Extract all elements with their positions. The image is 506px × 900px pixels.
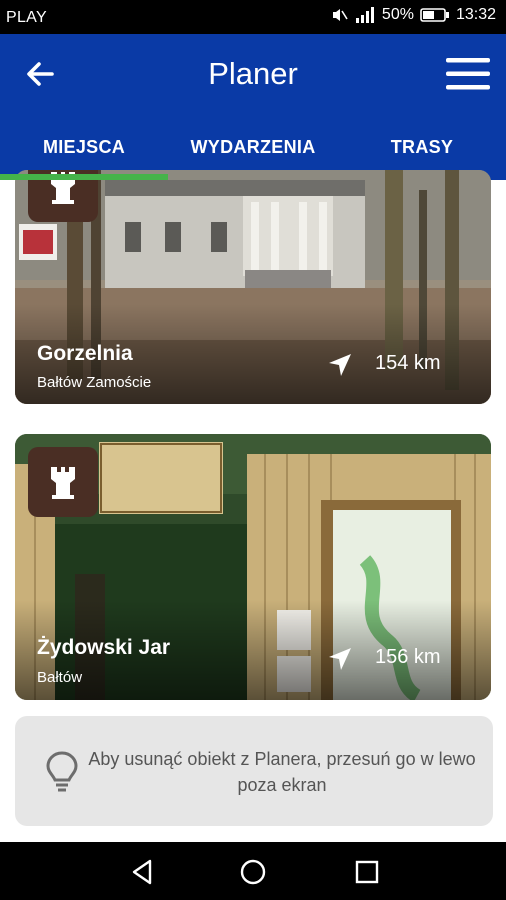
carrier-name: PLAY	[6, 9, 47, 26]
clock: 13:32	[455, 6, 496, 23]
app-bar: Planer	[0, 34, 506, 114]
recent-apps-icon[interactable]	[352, 857, 382, 887]
battery-icon	[420, 8, 449, 22]
mute-icon	[332, 9, 348, 21]
navigation-arrow-icon[interactable]	[327, 646, 353, 672]
lightbulb-icon	[46, 751, 78, 792]
place-card-zydowski-jar[interactable]: Żydowski Jar Bałtów 156 km	[15, 434, 491, 700]
active-tab-indicator	[0, 174, 168, 180]
hamburger-menu-icon[interactable]	[446, 56, 490, 92]
place-location: Bałtów Zamoście	[37, 374, 152, 391]
back-triangle-icon[interactable]	[128, 857, 158, 887]
navigation-arrow-icon[interactable]	[327, 352, 353, 378]
castle-tower-icon	[28, 447, 98, 517]
place-distance: 156 km	[375, 646, 441, 668]
home-circle-icon[interactable]	[238, 857, 268, 887]
hint-text: Aby usunąć obiekt z Planera, przesuń go …	[88, 749, 476, 795]
place-location: Bałtów	[37, 669, 83, 686]
signal-icon	[355, 7, 374, 23]
battery-percent: 50%	[381, 6, 414, 23]
place-distance: 154 km	[375, 352, 441, 374]
page-title: Planer	[208, 56, 298, 91]
place-card-gorzelnia[interactable]: Gorzelnia Bałtów Zamoście 154 km	[15, 170, 491, 404]
hint-box: Aby usunąć obiekt z Planera, przesuń go …	[15, 716, 493, 826]
place-name: Gorzelnia	[37, 342, 133, 365]
status-bar: PLAY 50% 13:32	[0, 0, 506, 34]
system-navigation-bar	[0, 842, 506, 900]
place-name: Żydowski Jar	[37, 636, 171, 659]
